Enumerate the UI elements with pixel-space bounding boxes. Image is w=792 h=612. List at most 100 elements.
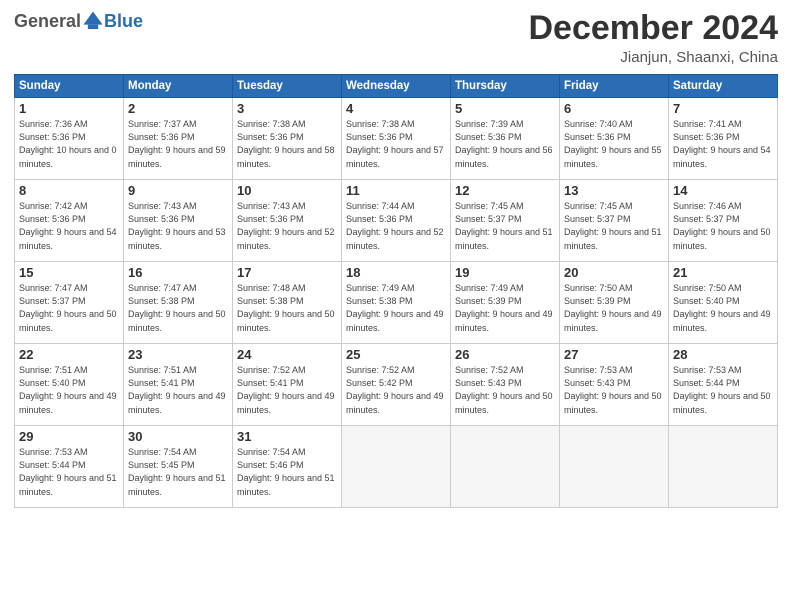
table-row: 12Sunrise: 7:45 AMSunset: 5:37 PMDayligh… [451, 180, 560, 262]
day-info: Sunrise: 7:47 AMSunset: 5:37 PMDaylight:… [19, 282, 119, 334]
calendar-week-row: 15 Sunrise: 7:47 AMSunset: 5:37 PMDayligh… [15, 262, 778, 344]
calendar-table: Sunday Monday Tuesday Wednesday Thursday… [14, 74, 778, 508]
day-info: Sunrise: 7:49 AMSunset: 5:39 PMDaylight:… [455, 282, 555, 334]
col-monday: Monday [124, 75, 233, 98]
day-info: Sunrise: 7:36 AMSunset: 5:36 PMDaylight:… [19, 118, 119, 170]
day-number: 26 [455, 347, 555, 362]
table-row: 16Sunrise: 7:47 AMSunset: 5:38 PMDayligh… [124, 262, 233, 344]
calendar-week-row: 22 Sunrise: 7:51 AMSunset: 5:40 PMDayligh… [15, 344, 778, 426]
table-row: 20 Sunrise: 7:50 AMSunset: 5:39 PMDayligh… [560, 262, 669, 344]
day-number: 22 [19, 347, 119, 362]
table-row: 6Sunrise: 7:40 AMSunset: 5:36 PMDaylight… [560, 98, 669, 180]
table-row: 26 Sunrise: 7:52 AMSunset: 5:43 PMDayligh… [451, 344, 560, 426]
month-title: December 2024 [528, 10, 778, 47]
table-row [342, 426, 451, 508]
day-number: 25 [346, 347, 446, 362]
day-number: 16 [128, 265, 228, 280]
day-info: Sunrise: 7:39 AMSunset: 5:36 PMDaylight:… [455, 118, 555, 170]
col-sunday: Sunday [15, 75, 124, 98]
table-row: 17Sunrise: 7:48 AMSunset: 5:38 PMDayligh… [233, 262, 342, 344]
table-row: 13 Sunrise: 7:45 AMSunset: 5:37 PMDayligh… [560, 180, 669, 262]
day-number: 13 [564, 183, 664, 198]
day-info: Sunrise: 7:52 AMSunset: 5:43 PMDaylight:… [455, 364, 555, 416]
day-number: 17 [237, 265, 337, 280]
table-row: 5 Sunrise: 7:39 AMSunset: 5:36 PMDaylight… [451, 98, 560, 180]
day-info: Sunrise: 7:49 AMSunset: 5:38 PMDaylight:… [346, 282, 446, 334]
day-number: 29 [19, 429, 119, 444]
table-row: 14 Sunrise: 7:46 AMSunset: 5:37 PMDayligh… [669, 180, 778, 262]
day-info: Sunrise: 7:38 AMSunset: 5:36 PMDaylight:… [346, 118, 446, 170]
day-number: 18 [346, 265, 446, 280]
day-info: Sunrise: 7:50 AMSunset: 5:40 PMDaylight:… [673, 282, 773, 334]
day-number: 24 [237, 347, 337, 362]
col-friday: Friday [560, 75, 669, 98]
table-row: 27Sunrise: 7:53 AMSunset: 5:43 PMDayligh… [560, 344, 669, 426]
table-row: 11 Sunrise: 7:44 AMSunset: 5:36 PMDayligh… [342, 180, 451, 262]
main-container: General Blue December 2024 Jianjun, Shaa… [0, 0, 792, 514]
day-number: 9 [128, 183, 228, 198]
table-row: 31 Sunrise: 7:54 AMSunset: 5:46 PMDayligh… [233, 426, 342, 508]
day-info: Sunrise: 7:52 AMSunset: 5:41 PMDaylight:… [237, 364, 337, 416]
table-row [451, 426, 560, 508]
day-info: Sunrise: 7:53 AMSunset: 5:44 PMDaylight:… [19, 446, 119, 498]
table-row: 29 Sunrise: 7:53 AMSunset: 5:44 PMDayligh… [15, 426, 124, 508]
table-row: 24 Sunrise: 7:52 AMSunset: 5:41 PMDayligh… [233, 344, 342, 426]
day-number: 23 [128, 347, 228, 362]
day-number: 7 [673, 101, 773, 116]
table-row: 7 Sunrise: 7:41 AMSunset: 5:36 PMDaylight… [669, 98, 778, 180]
day-info: Sunrise: 7:43 AMSunset: 5:36 PMDaylight:… [237, 200, 337, 252]
logo-general: General [14, 11, 81, 32]
day-info: Sunrise: 7:45 AMSunset: 5:37 PMDaylight:… [564, 200, 664, 252]
day-info: Sunrise: 7:54 AMSunset: 5:46 PMDaylight:… [237, 446, 337, 498]
day-number: 2 [128, 101, 228, 116]
day-info: Sunrise: 7:51 AMSunset: 5:41 PMDaylight:… [128, 364, 228, 416]
location: Jianjun, Shaanxi, China [528, 49, 778, 66]
table-row: 28 Sunrise: 7:53 AMSunset: 5:44 PMDayligh… [669, 344, 778, 426]
calendar-week-row: 29 Sunrise: 7:53 AMSunset: 5:44 PMDayligh… [15, 426, 778, 508]
day-info: Sunrise: 7:45 AMSunset: 5:37 PMDaylight:… [455, 200, 555, 252]
col-saturday: Saturday [669, 75, 778, 98]
day-info: Sunrise: 7:44 AMSunset: 5:36 PMDaylight:… [346, 200, 446, 252]
day-info: Sunrise: 7:42 AMSunset: 5:36 PMDaylight:… [19, 200, 119, 252]
table-row: 21 Sunrise: 7:50 AMSunset: 5:40 PMDayligh… [669, 262, 778, 344]
table-row: 30 Sunrise: 7:54 AMSunset: 5:45 PMDayligh… [124, 426, 233, 508]
day-number: 31 [237, 429, 337, 444]
day-info: Sunrise: 7:41 AMSunset: 5:36 PMDaylight:… [673, 118, 773, 170]
calendar-week-row: 1Sunrise: 7:36 AMSunset: 5:36 PMDaylight… [15, 98, 778, 180]
day-number: 21 [673, 265, 773, 280]
logo-icon [82, 10, 104, 32]
col-tuesday: Tuesday [233, 75, 342, 98]
day-info: Sunrise: 7:43 AMSunset: 5:36 PMDaylight:… [128, 200, 228, 252]
table-row: 10Sunrise: 7:43 AMSunset: 5:36 PMDayligh… [233, 180, 342, 262]
day-number: 19 [455, 265, 555, 280]
table-row: 15 Sunrise: 7:47 AMSunset: 5:37 PMDayligh… [15, 262, 124, 344]
day-info: Sunrise: 7:54 AMSunset: 5:45 PMDaylight:… [128, 446, 228, 498]
day-number: 20 [564, 265, 664, 280]
table-row: 19 Sunrise: 7:49 AMSunset: 5:39 PMDayligh… [451, 262, 560, 344]
col-thursday: Thursday [451, 75, 560, 98]
day-number: 30 [128, 429, 228, 444]
day-info: Sunrise: 7:50 AMSunset: 5:39 PMDaylight:… [564, 282, 664, 334]
day-info: Sunrise: 7:46 AMSunset: 5:37 PMDaylight:… [673, 200, 773, 252]
day-info: Sunrise: 7:53 AMSunset: 5:44 PMDaylight:… [673, 364, 773, 416]
day-info: Sunrise: 7:37 AMSunset: 5:36 PMDaylight:… [128, 118, 228, 170]
table-row: 8 Sunrise: 7:42 AMSunset: 5:36 PMDaylight… [15, 180, 124, 262]
day-number: 15 [19, 265, 119, 280]
day-number: 11 [346, 183, 446, 198]
header: General Blue December 2024 Jianjun, Shaa… [14, 10, 778, 66]
table-row: 9 Sunrise: 7:43 AMSunset: 5:36 PMDaylight… [124, 180, 233, 262]
table-row: 22 Sunrise: 7:51 AMSunset: 5:40 PMDayligh… [15, 344, 124, 426]
day-info: Sunrise: 7:40 AMSunset: 5:36 PMDaylight:… [564, 118, 664, 170]
logo-text: General Blue [14, 10, 143, 32]
day-number: 4 [346, 101, 446, 116]
day-number: 5 [455, 101, 555, 116]
day-number: 28 [673, 347, 773, 362]
logo: General Blue [14, 10, 143, 32]
day-info: Sunrise: 7:51 AMSunset: 5:40 PMDaylight:… [19, 364, 119, 416]
day-info: Sunrise: 7:52 AMSunset: 5:42 PMDaylight:… [346, 364, 446, 416]
day-number: 14 [673, 183, 773, 198]
table-row: 18 Sunrise: 7:49 AMSunset: 5:38 PMDayligh… [342, 262, 451, 344]
logo-blue: Blue [104, 11, 143, 32]
day-number: 8 [19, 183, 119, 198]
table-row: 2 Sunrise: 7:37 AMSunset: 5:36 PMDaylight… [124, 98, 233, 180]
